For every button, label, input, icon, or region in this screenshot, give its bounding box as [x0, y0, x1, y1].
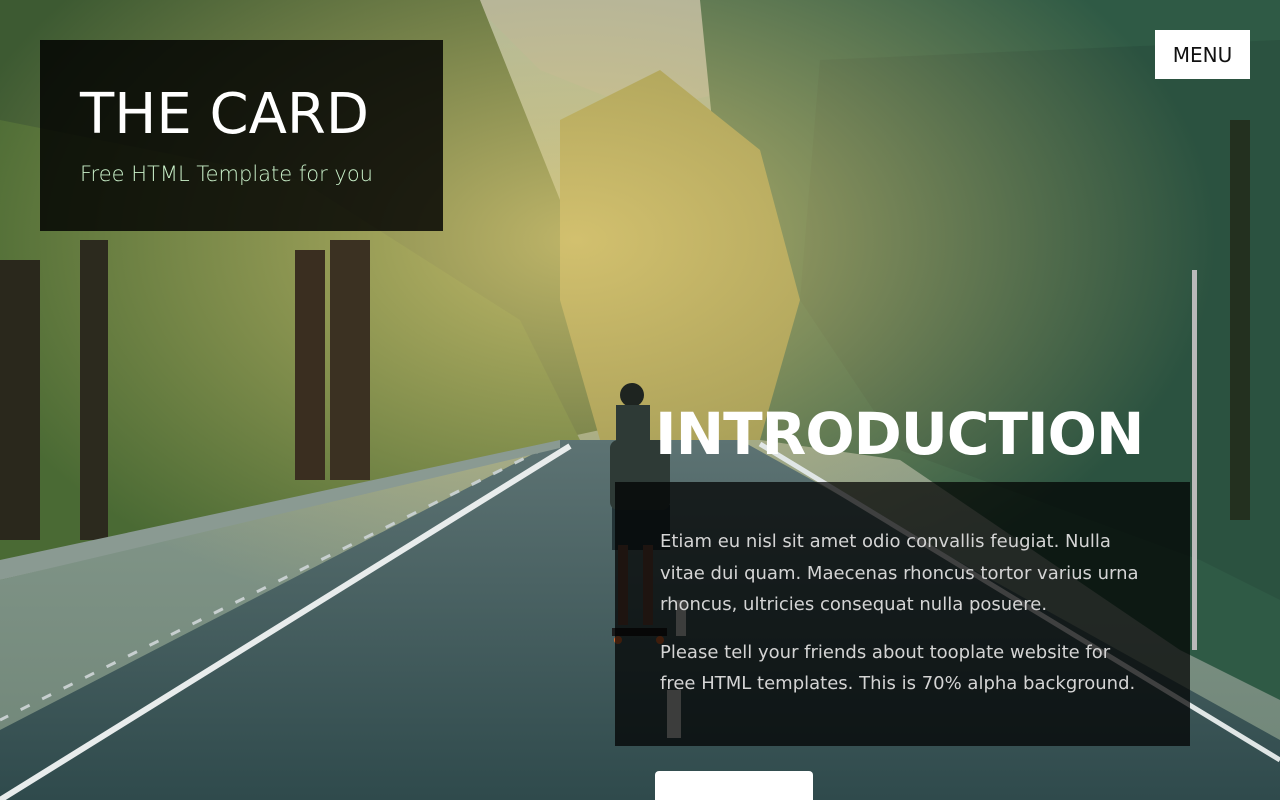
menu-button[interactable]: MENU [1155, 30, 1250, 79]
read-more-button[interactable]: Read More [655, 771, 813, 800]
title-card: THE CARD Free HTML Template for you [40, 40, 443, 231]
intro-paragraph: Please tell your friends about tooplate … [660, 641, 1136, 695]
intro-paragraph: Etiam eu nisl sit amet odio convallis fe… [660, 531, 1139, 615]
intro-box: Etiam eu nisl sit amet odio convallis fe… [615, 482, 1190, 746]
site-title: THE CARD [80, 82, 369, 147]
site-subtitle: Free HTML Template for you [80, 162, 373, 186]
intro-heading: INTRODUCTION [655, 400, 1144, 468]
